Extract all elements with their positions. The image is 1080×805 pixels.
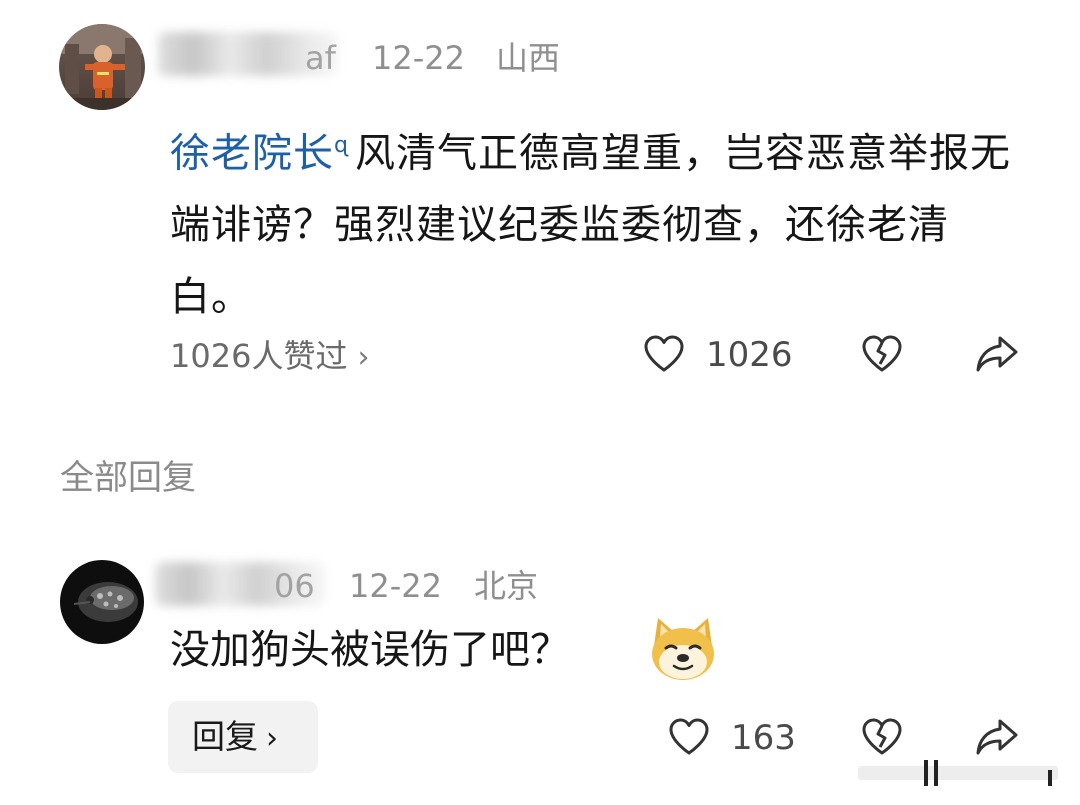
- reply-body: 没加狗头被误伤了吧？: [170, 627, 570, 673]
- reply-location: 北京: [474, 567, 539, 605]
- avatar-image: [59, 24, 145, 110]
- username-tail: 06: [274, 567, 315, 605]
- reply-button[interactable]: 回复 ›: [168, 701, 318, 773]
- likers-text: 1026人赞过: [170, 337, 348, 375]
- chevron-right-icon: ›: [266, 721, 278, 756]
- watermark: [858, 760, 1058, 786]
- search-icon[interactable]: ɋ: [334, 133, 349, 158]
- reply-date: 12-22: [349, 567, 442, 605]
- reply-like-count: 163: [731, 718, 796, 758]
- broken-heart-icon[interactable]: [861, 334, 903, 374]
- reply-button-label: 回复: [192, 717, 258, 756]
- comment-body: 徐老院长ɋ 风清气正德高望重，岂容恶意举报无端诽谤？强烈建议纪委监委彻查，还徐老清…: [170, 110, 1030, 333]
- heart-icon[interactable]: [668, 717, 710, 757]
- likers-link[interactable]: 1026人赞过 ›: [170, 336, 369, 378]
- avatar-image: [60, 560, 144, 644]
- heart-icon[interactable]: [643, 334, 685, 374]
- all-replies-title: 全部回复: [60, 458, 196, 498]
- replier-avatar[interactable]: [60, 560, 144, 644]
- username-tail: af: [305, 39, 336, 77]
- mention-link[interactable]: 徐老院长: [170, 130, 334, 176]
- like-count: 1026: [706, 335, 793, 375]
- doge-emoji: [652, 618, 714, 680]
- share-arrow-icon[interactable]: [974, 334, 1020, 374]
- broken-heart-icon[interactable]: [861, 717, 903, 757]
- share-arrow-icon[interactable]: [974, 717, 1020, 757]
- comment-date: 12-22: [372, 39, 465, 77]
- chevron-right-icon: ›: [357, 340, 370, 375]
- commenter-avatar[interactable]: [59, 24, 145, 110]
- comment-location: 山西: [496, 39, 561, 77]
